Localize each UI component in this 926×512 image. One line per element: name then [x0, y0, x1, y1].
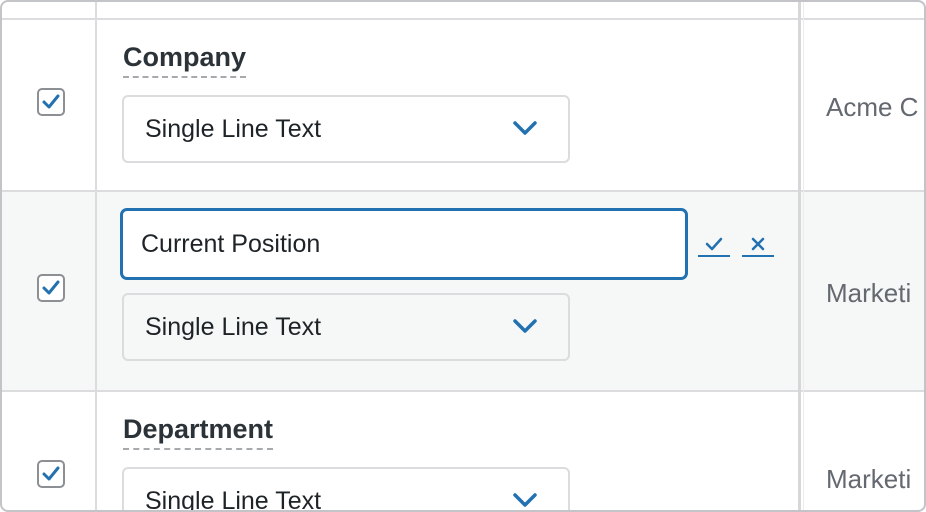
- column-divider: [95, 2, 97, 510]
- field-type-select-department[interactable]: Single Line Text: [122, 467, 570, 512]
- field-type-value: Single Line Text: [145, 487, 322, 512]
- table-row-company: Company Single Line Text Acme C: [2, 20, 924, 192]
- field-type-value: Single Line Text: [145, 313, 322, 341]
- fields-table: Company Single Line Text Acme C Current …: [0, 0, 926, 512]
- sample-value-department: Marketi: [826, 464, 912, 494]
- enable-checkbox-company[interactable]: [37, 88, 65, 116]
- enable-checkbox-current-position[interactable]: [37, 274, 65, 302]
- confirm-rename-button[interactable]: [698, 233, 730, 257]
- check-icon: [705, 237, 723, 251]
- field-type-select-company[interactable]: Single Line Text: [122, 95, 570, 163]
- field-type-value: Single Line Text: [145, 115, 322, 143]
- table-row-department: Department Single Line Text Marketi: [2, 392, 924, 512]
- field-label-department[interactable]: Department: [123, 414, 274, 450]
- check-icon: [42, 280, 60, 295]
- table-row-partial: [2, 2, 924, 20]
- enable-checkbox-department[interactable]: [37, 460, 65, 488]
- chevron-down-icon: [513, 319, 537, 333]
- table-row-current-position: Single Line Text Marketi: [2, 192, 924, 392]
- sample-value-company: Acme C: [826, 92, 919, 122]
- check-icon: [42, 466, 60, 481]
- cancel-rename-button[interactable]: [742, 233, 774, 257]
- field-label-company[interactable]: Company: [123, 42, 247, 78]
- chevron-down-icon: [513, 493, 537, 507]
- field-label-input[interactable]: [121, 209, 687, 279]
- close-icon: [751, 237, 765, 251]
- chevron-down-icon: [513, 121, 537, 135]
- check-icon: [42, 94, 60, 109]
- column-divider: [803, 2, 804, 510]
- sample-value-current-position: Marketi: [826, 278, 912, 308]
- field-type-select-current-position[interactable]: Single Line Text: [122, 293, 570, 361]
- column-divider: [798, 2, 801, 510]
